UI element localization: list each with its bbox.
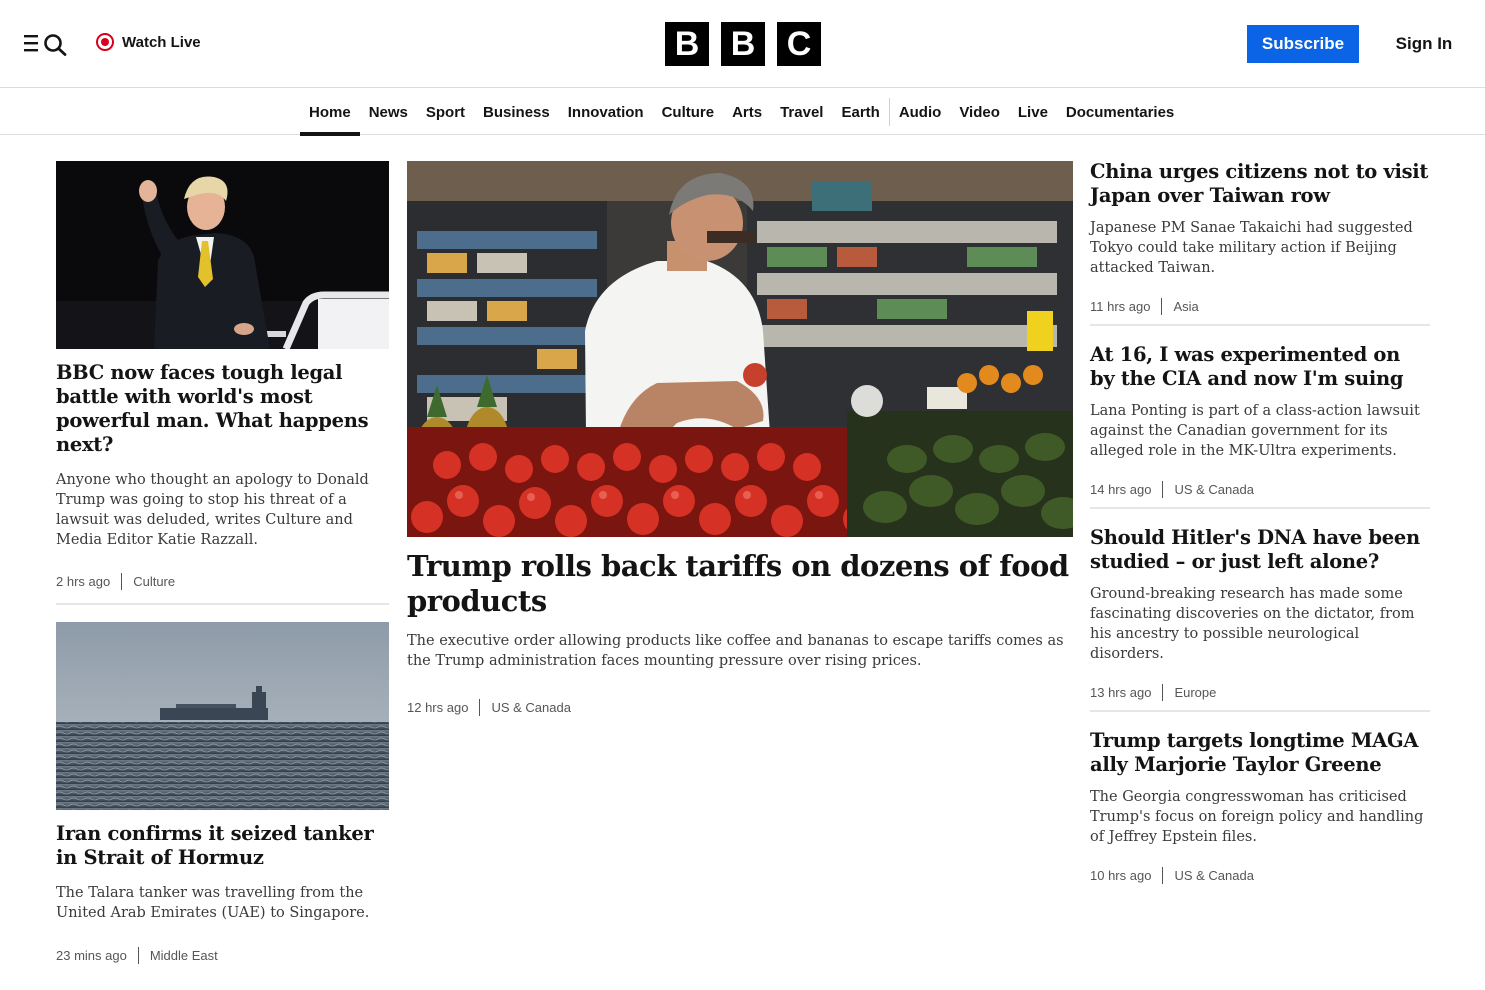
watch-live-link[interactable]: Watch Live xyxy=(96,32,201,52)
story-category[interactable]: US & Canada xyxy=(1174,868,1254,883)
story-timestamp: 12 hrs ago xyxy=(407,699,469,715)
story-category[interactable]: US & Canada xyxy=(491,700,571,715)
story-headline[interactable]: At 16, I was experimented on by the CIA … xyxy=(1090,343,1430,391)
story-summary: The Georgia congresswoman has criticised… xyxy=(1090,789,1424,845)
story-summary: Lana Ponting is part of a class-action l… xyxy=(1090,403,1420,459)
lead-story-image[interactable] xyxy=(407,161,1073,537)
trump-photo-image xyxy=(56,161,389,349)
story-meta: 10 hrs ago US & Canada xyxy=(1090,866,1430,884)
story-summary: Ground-breaking research has made some f… xyxy=(1090,586,1415,662)
story-card[interactable]: BBC now faces tough legal battle with wo… xyxy=(56,161,389,590)
story-image[interactable] xyxy=(56,622,389,810)
story-category[interactable]: Culture xyxy=(133,574,175,589)
story-category[interactable]: Europe xyxy=(1174,685,1216,700)
story-summary: The Talara tanker was travelling from th… xyxy=(56,885,370,921)
live-indicator-icon xyxy=(96,33,114,51)
story-headline[interactable]: Should Hitler's DNA have been studied – … xyxy=(1090,526,1430,574)
meta-separator xyxy=(479,698,481,716)
story-divider xyxy=(56,603,389,605)
story-timestamp: 11 hrs ago xyxy=(1090,298,1151,314)
menu-search-button[interactable] xyxy=(23,30,69,56)
site-header: Watch Live B B C Subscribe Sign In xyxy=(0,0,1485,88)
subscribe-button[interactable]: Subscribe xyxy=(1247,25,1359,63)
story-divider xyxy=(1090,710,1430,712)
logo-letter-3: C xyxy=(777,22,821,66)
story-headline[interactable]: Iran confirms it seized tanker in Strait… xyxy=(56,822,389,870)
menu-search-icon xyxy=(24,34,67,56)
nav-item-innovation[interactable]: Innovation xyxy=(559,89,653,135)
nav-item-live[interactable]: Live xyxy=(1009,89,1057,135)
grocery-photo-image xyxy=(407,161,1073,537)
watch-live-label: Watch Live xyxy=(122,33,201,51)
left-column: BBC now faces tough legal battle with wo… xyxy=(56,161,389,964)
story-summary: Japanese PM Sanae Takaichi had suggested… xyxy=(1090,220,1413,276)
nav-item-news[interactable]: News xyxy=(360,89,417,135)
logo-letter-2: B xyxy=(721,22,765,66)
nav-item-video[interactable]: Video xyxy=(950,89,1009,135)
story-headline[interactable]: China urges citizens not to visit Japan … xyxy=(1090,160,1430,208)
story-divider xyxy=(1090,324,1430,326)
meta-separator xyxy=(121,572,123,590)
logo-letter-1: B xyxy=(665,22,709,66)
story-timestamp: 2 hrs ago xyxy=(56,573,111,589)
story-meta: 13 hrs ago Europe xyxy=(1090,683,1430,701)
lead-story-headline[interactable]: Trump rolls back tariffs on dozens of fo… xyxy=(407,549,1073,619)
story-card[interactable]: Trump targets longtime MAGA ally Marjori… xyxy=(1090,729,1430,884)
nav-item-arts[interactable]: Arts xyxy=(723,89,771,135)
story-headline[interactable]: BBC now faces tough legal battle with wo… xyxy=(56,361,389,457)
lead-story-summary: The executive order allowing products li… xyxy=(407,633,1064,669)
meta-separator xyxy=(137,946,139,964)
story-summary: Anyone who thought an apology to Donald … xyxy=(56,472,369,548)
meta-separator xyxy=(1161,297,1163,315)
story-category[interactable]: Middle East xyxy=(150,948,218,963)
lead-story[interactable]: Trump rolls back tariffs on dozens of fo… xyxy=(407,161,1073,716)
story-meta: 14 hrs ago US & Canada xyxy=(1090,480,1430,498)
story-category[interactable]: US & Canada xyxy=(1174,482,1254,497)
nav-item-home[interactable]: Home xyxy=(300,89,360,136)
meta-separator xyxy=(1162,866,1164,884)
story-card[interactable]: Should Hitler's DNA have been studied – … xyxy=(1090,526,1430,701)
story-timestamp: 23 mins ago xyxy=(56,947,127,963)
story-card[interactable]: Iran confirms it seized tanker in Strait… xyxy=(56,622,389,964)
story-meta: 2 hrs ago Culture xyxy=(56,572,389,590)
tanker-photo-image xyxy=(56,622,389,810)
story-meta: 11 hrs ago Asia xyxy=(1090,297,1430,315)
story-category[interactable]: Asia xyxy=(1173,299,1198,314)
nav-list: Home News Sport Business Innovation Cult… xyxy=(300,89,1183,136)
sign-in-button[interactable]: Sign In xyxy=(1384,25,1464,63)
right-column: China urges citizens not to visit Japan … xyxy=(1090,160,1430,884)
story-timestamp: 14 hrs ago xyxy=(1090,481,1152,497)
story-meta: 12 hrs ago US & Canada xyxy=(407,698,1073,716)
bbc-logo[interactable]: B B C xyxy=(665,22,821,66)
meta-separator xyxy=(1162,480,1164,498)
nav-item-earth[interactable]: Earth xyxy=(832,89,888,135)
story-image[interactable] xyxy=(56,161,389,349)
story-timestamp: 13 hrs ago xyxy=(1090,684,1152,700)
meta-separator xyxy=(1162,683,1164,701)
nav-item-sport[interactable]: Sport xyxy=(417,89,474,135)
story-divider xyxy=(1090,507,1430,509)
story-card[interactable]: China urges citizens not to visit Japan … xyxy=(1090,160,1430,315)
nav-item-travel[interactable]: Travel xyxy=(771,89,832,135)
story-meta: 23 mins ago Middle East xyxy=(56,946,389,964)
story-timestamp: 10 hrs ago xyxy=(1090,867,1152,883)
nav-item-audio[interactable]: Audio xyxy=(890,89,951,135)
main-navigation: Home News Sport Business Innovation Cult… xyxy=(0,89,1485,136)
nav-item-culture[interactable]: Culture xyxy=(653,89,724,135)
nav-item-business[interactable]: Business xyxy=(474,89,559,135)
story-headline[interactable]: Trump targets longtime MAGA ally Marjori… xyxy=(1090,729,1430,777)
story-card[interactable]: At 16, I was experimented on by the CIA … xyxy=(1090,343,1430,498)
nav-item-documentaries[interactable]: Documentaries xyxy=(1057,89,1183,135)
